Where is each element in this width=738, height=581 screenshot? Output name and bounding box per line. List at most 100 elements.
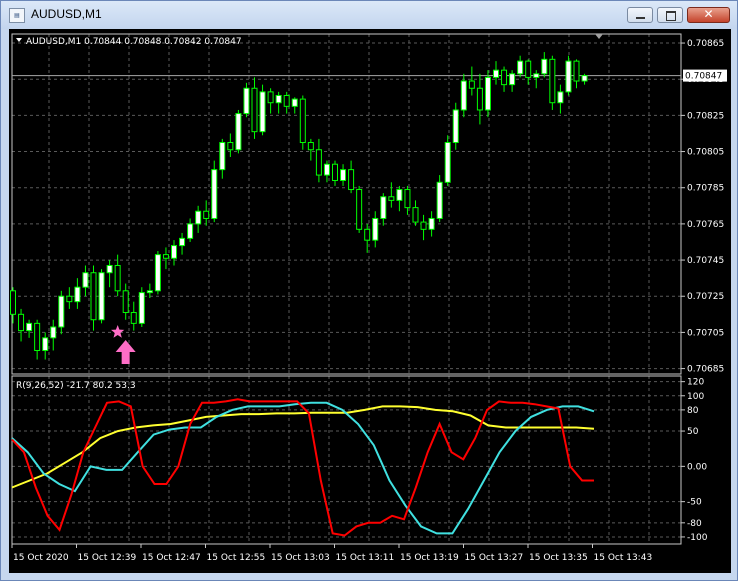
time-tick-label: 15 Oct 2020 bbox=[13, 553, 69, 563]
candle-body bbox=[219, 142, 226, 171]
candle-body bbox=[404, 189, 411, 209]
candle-body bbox=[114, 264, 121, 292]
candle-body bbox=[573, 60, 580, 82]
price-info-text: AUDUSD,M1 0.70844 0.70848 0.70842 0.7084… bbox=[26, 37, 242, 47]
price-tick-label: 0.70725 bbox=[687, 292, 724, 302]
time-tick-label: 15 Oct 12:47 bbox=[142, 553, 201, 563]
candle-body bbox=[171, 245, 177, 259]
candle-body bbox=[501, 69, 508, 86]
candle-body bbox=[307, 142, 314, 151]
dropdown-triangle-icon[interactable] bbox=[16, 38, 22, 42]
indicator-cyan-line bbox=[11, 401, 595, 535]
title-bar[interactable]: ▤ AUDUSD,M1 ✕ bbox=[1, 1, 737, 29]
time-tick-label: 15 Oct 12:39 bbox=[78, 553, 137, 563]
candle-body bbox=[66, 295, 73, 303]
indicator-tick-label: 120 bbox=[687, 378, 704, 388]
candle-body bbox=[243, 87, 250, 115]
close-button[interactable]: ✕ bbox=[687, 7, 730, 23]
candle-body bbox=[581, 75, 588, 82]
time-axis: 15 Oct 2020 15 Oct 12:39 15 Oct 12:47 15 Oc… bbox=[11, 544, 653, 563]
indicator-tick-label: -50 bbox=[687, 498, 702, 508]
price-tick-label: 0.70765 bbox=[687, 220, 724, 230]
candle-body bbox=[154, 254, 161, 292]
candle-body bbox=[525, 60, 532, 78]
candle-body bbox=[460, 80, 467, 111]
candle-body bbox=[436, 181, 443, 219]
price-tick-label: 0.70785 bbox=[687, 184, 724, 194]
price-axis: 0.708650.708450.708250.708050.707850.707… bbox=[681, 39, 727, 375]
candle-body bbox=[162, 254, 169, 259]
indicator-tick-label: -100 bbox=[687, 533, 708, 543]
candle-body bbox=[517, 60, 524, 75]
candle-body bbox=[146, 290, 153, 294]
candle-body bbox=[50, 326, 57, 339]
candles bbox=[10, 52, 588, 360]
candle-body bbox=[348, 169, 355, 191]
candle-body bbox=[476, 87, 483, 111]
time-tick-label: 15 Oct 13:03 bbox=[271, 553, 330, 563]
indicator-tick-label: 80 bbox=[687, 406, 699, 416]
candle-body bbox=[187, 223, 194, 239]
candle-body bbox=[340, 169, 347, 181]
candle-body bbox=[26, 322, 33, 332]
candle-body bbox=[130, 312, 137, 324]
indicator-tick-label: 50 bbox=[687, 427, 699, 437]
candle-body bbox=[444, 142, 451, 183]
window-title: AUDUSD,M1 bbox=[31, 7, 102, 21]
candle-body bbox=[372, 217, 379, 241]
price-tick-label: 0.70745 bbox=[687, 256, 724, 266]
grid bbox=[12, 34, 681, 544]
price-tick-label: 0.70705 bbox=[687, 328, 724, 338]
candle-body bbox=[195, 210, 202, 225]
candle-body bbox=[565, 60, 572, 93]
candle-body bbox=[388, 196, 395, 201]
candle-body bbox=[251, 87, 258, 133]
price-tick-label: 0.70685 bbox=[687, 365, 724, 375]
shift-marker-icon[interactable] bbox=[595, 34, 603, 39]
candle-body bbox=[356, 189, 363, 230]
candle-body bbox=[283, 94, 290, 107]
candle-body bbox=[74, 286, 81, 303]
maximize-button[interactable] bbox=[657, 7, 683, 23]
time-tick-label: 15 Oct 13:19 bbox=[400, 553, 459, 563]
candle-body bbox=[468, 80, 475, 89]
candle-body bbox=[364, 228, 371, 241]
minimize-button[interactable] bbox=[627, 7, 653, 23]
candle-body bbox=[452, 109, 459, 144]
candle-body bbox=[420, 221, 427, 230]
signal-arrow-up-icon bbox=[115, 340, 136, 365]
time-tick-label: 15 Oct 13:11 bbox=[336, 553, 395, 563]
candle-body bbox=[396, 189, 403, 201]
indicator-tick-label: 100 bbox=[687, 392, 704, 402]
candle-body bbox=[82, 272, 89, 288]
candle-body bbox=[58, 295, 65, 328]
candle-body bbox=[509, 73, 516, 86]
candle-body bbox=[138, 292, 145, 324]
price-tick-label: 0.70865 bbox=[687, 39, 724, 49]
candle-body bbox=[211, 169, 218, 219]
candle-body bbox=[34, 322, 41, 351]
candle-body bbox=[332, 163, 338, 181]
price-panel-frame bbox=[11, 33, 682, 375]
candle-body bbox=[203, 210, 210, 219]
candle-body bbox=[541, 58, 548, 75]
close-icon: ✕ bbox=[703, 7, 714, 21]
candle-body bbox=[18, 313, 25, 332]
price-tick-label: 0.70825 bbox=[687, 111, 724, 121]
time-tick-label: 15 Oct 13:27 bbox=[465, 553, 524, 563]
indicator-tick-label: -80 bbox=[687, 519, 702, 529]
time-tick-label: 15 Oct 13:43 bbox=[594, 553, 653, 563]
indicator-axis: 120 100 80 50 0.00 -50 -80 -100 bbox=[681, 378, 708, 543]
candle-body bbox=[42, 337, 49, 351]
price-info-group: AUDUSD,M1 0.70844 0.70848 0.70842 0.7084… bbox=[16, 37, 242, 47]
minimize-icon bbox=[636, 17, 645, 19]
chart-canvas[interactable]: 0.708650.708450.708250.708050.707850.707… bbox=[9, 29, 731, 573]
indicator-lines bbox=[11, 398, 595, 537]
candle-body bbox=[315, 149, 322, 176]
candle-body bbox=[275, 94, 282, 104]
candle-body bbox=[179, 237, 186, 247]
chart-area[interactable]: 0.708650.708450.708250.708050.707850.707… bbox=[9, 29, 731, 573]
candle-body bbox=[235, 113, 242, 151]
candle-body bbox=[299, 98, 306, 144]
candle-body bbox=[557, 91, 564, 104]
